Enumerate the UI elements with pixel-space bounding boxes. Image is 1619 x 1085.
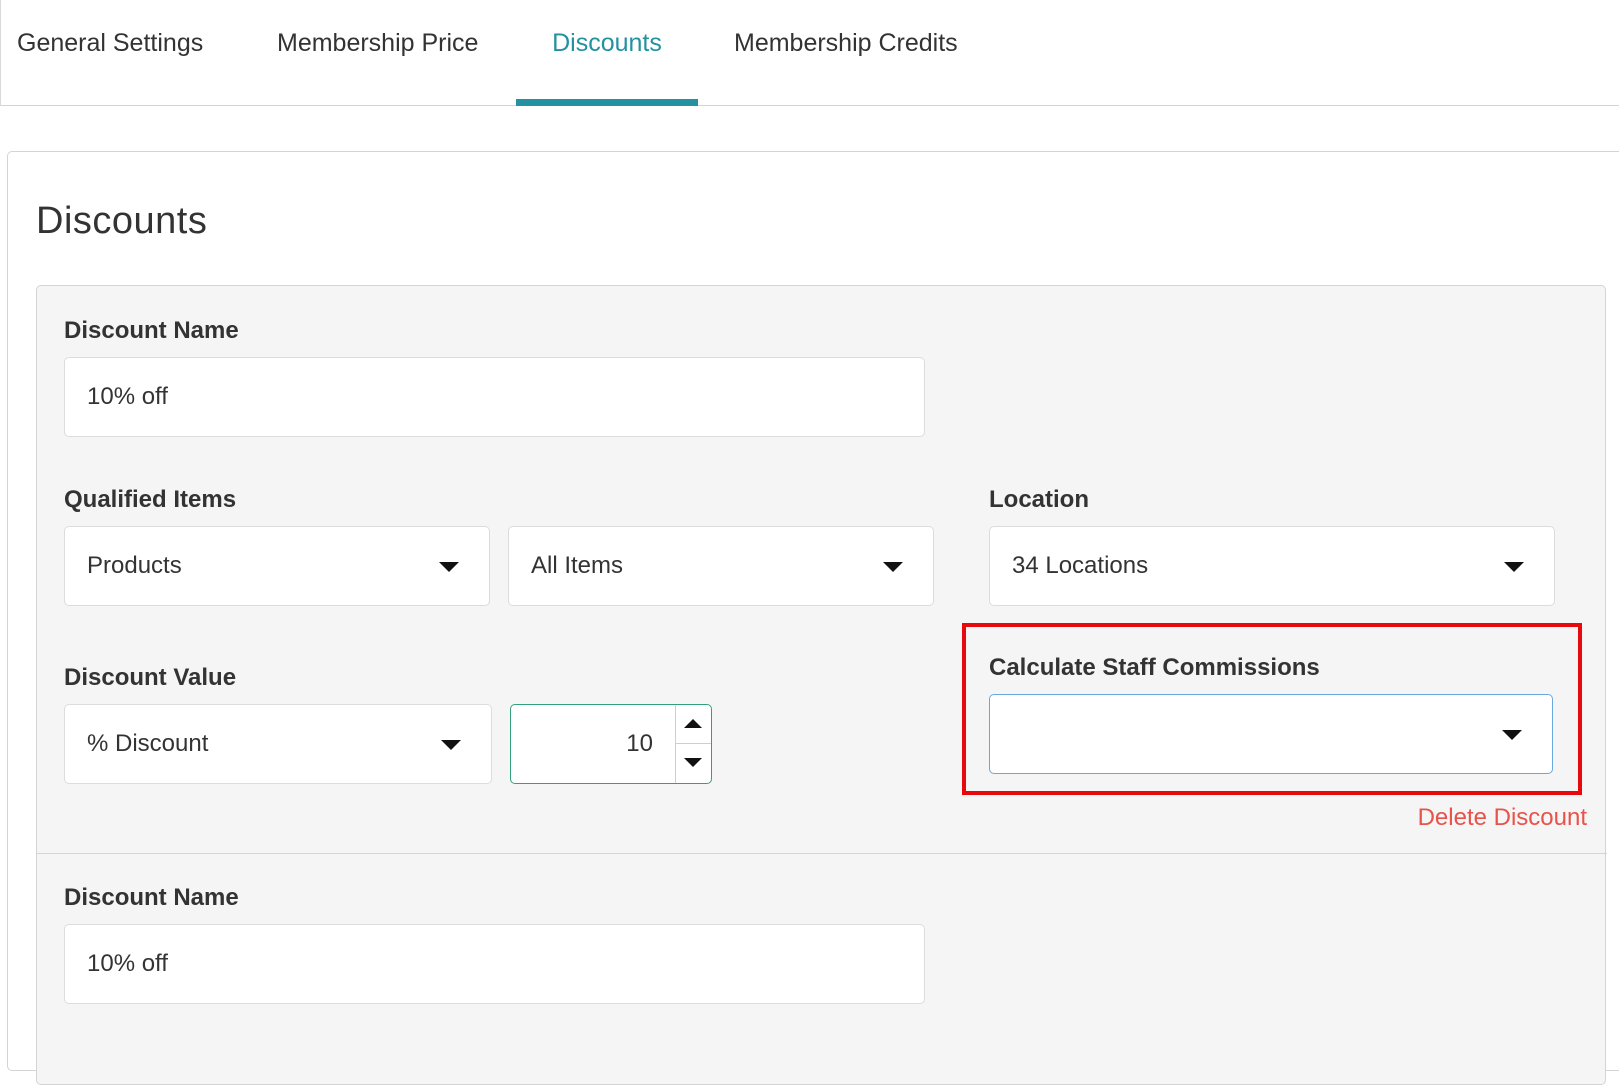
qualified-items-label: Qualified Items <box>64 486 237 513</box>
qualified-scope-value: All Items <box>531 552 624 579</box>
tab-bar: General Settings Membership Price Discou… <box>0 0 1619 106</box>
discount-name-input[interactable]: 10% off <box>64 357 925 437</box>
tab-general-settings[interactable]: General Settings <box>17 0 207 106</box>
stepper-down-icon[interactable] <box>676 744 711 783</box>
tab-membership-credits[interactable]: Membership Credits <box>734 0 964 106</box>
section-title: Discounts <box>36 200 208 242</box>
caret-down-icon <box>439 562 459 572</box>
annotation-highlight-box <box>962 623 1582 795</box>
discount-name-label-2: Discount Name <box>64 884 239 911</box>
discount-type-select[interactable]: % Discount <box>64 704 492 784</box>
location-label: Location <box>989 486 1089 513</box>
discount-name-input-2[interactable]: 10% off <box>64 924 925 1004</box>
caret-down-icon <box>1504 562 1524 572</box>
delete-discount-link[interactable]: Delete Discount <box>1418 804 1587 832</box>
qualified-scope-select[interactable]: All Items <box>508 526 934 606</box>
number-stepper <box>675 705 711 783</box>
discount-type-value: % Discount <box>87 730 209 757</box>
discount-divider <box>37 853 1607 854</box>
discount-amount-value: 10 <box>626 730 653 757</box>
tab-discounts[interactable]: Discounts <box>516 0 698 106</box>
discounts-card: Discounts Discount Name 10% off Qualifie… <box>7 151 1619 1085</box>
discount-name-label: Discount Name <box>64 317 239 344</box>
location-value: 34 Locations <box>1012 552 1149 579</box>
qualified-type-value: Products <box>87 552 182 579</box>
caret-down-icon <box>441 740 461 750</box>
discount-value-label: Discount Value <box>64 664 237 691</box>
location-select[interactable]: 34 Locations <box>989 526 1555 606</box>
qualified-type-select[interactable]: Products <box>64 526 490 606</box>
discount-amount-input[interactable]: 10 <box>510 704 712 784</box>
tab-membership-price[interactable]: Membership Price <box>277 0 483 106</box>
stepper-up-icon[interactable] <box>676 705 711 744</box>
caret-down-icon <box>883 562 903 572</box>
